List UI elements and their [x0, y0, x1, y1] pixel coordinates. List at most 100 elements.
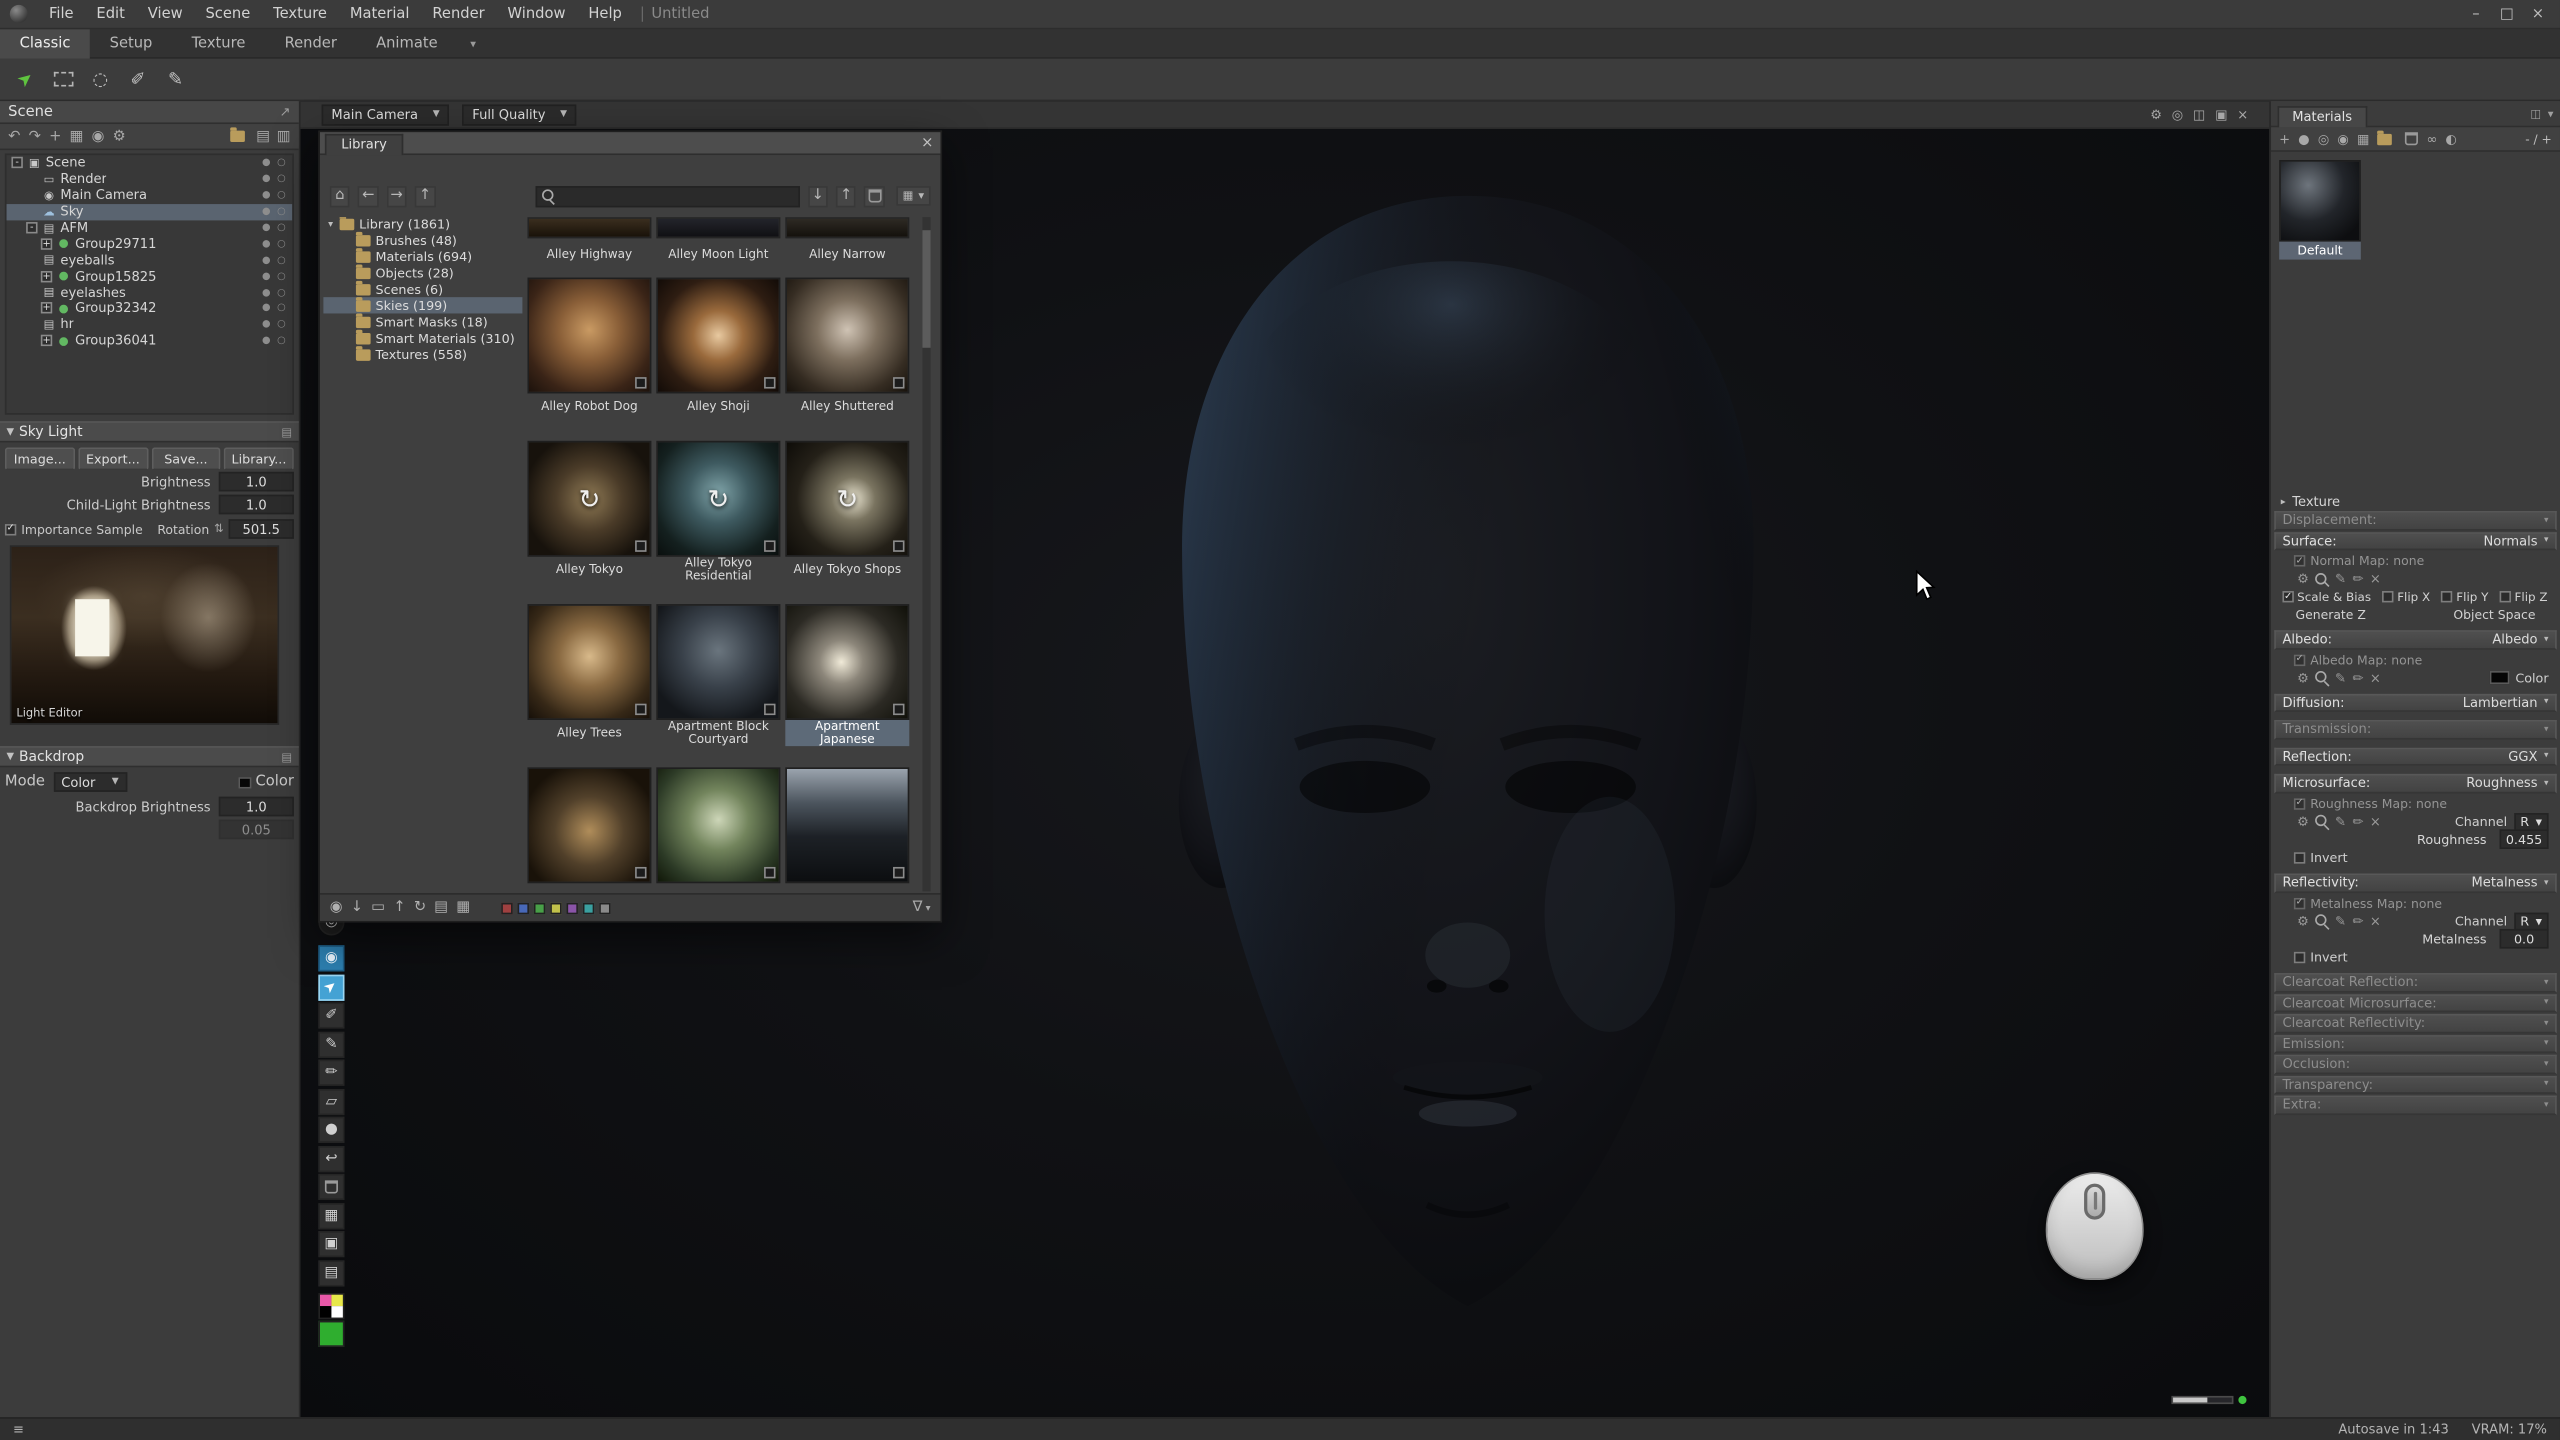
thumb-checkbox[interactable] — [764, 377, 775, 388]
edit-icon[interactable]: ✏ — [2352, 571, 2363, 586]
link-icon[interactable]: ∞ — [2426, 131, 2437, 146]
prop-extra[interactable]: Extra:▾ — [2274, 1096, 2556, 1115]
sky-thumbnail-partial[interactable] — [785, 217, 909, 238]
checkbox[interactable] — [2500, 591, 2511, 602]
undo-icon[interactable]: ↶ — [8, 128, 20, 144]
backdrop-brightness-field[interactable]: 1.0 — [219, 797, 294, 817]
thumb-checkbox[interactable] — [764, 540, 775, 551]
thumb-checkbox[interactable] — [635, 704, 646, 715]
grid-tool-icon[interactable]: ▦ — [318, 1202, 344, 1228]
scene-node-afm[interactable]: -▤AFM●○ — [7, 220, 293, 236]
prop-value[interactable]: Metalness — [2472, 876, 2538, 891]
paint-icon[interactable]: ✎ — [2335, 670, 2346, 685]
sky-thumbnail[interactable] — [785, 604, 909, 720]
rect-select-icon[interactable] — [51, 67, 75, 91]
edit-icon[interactable]: ✏ — [2352, 814, 2363, 829]
flag-scale-bias[interactable]: Scale & Bias — [2282, 589, 2371, 604]
sky-item[interactable] — [785, 767, 909, 883]
prop-value[interactable]: Albedo — [2492, 632, 2537, 647]
import-icon[interactable]: ↓ — [808, 185, 828, 206]
filter-control[interactable]: ∇ ▾ — [913, 900, 931, 916]
visibility-icon[interactable]: ○ — [277, 287, 286, 298]
prop-occlusion[interactable]: Occlusion:▾ — [2274, 1055, 2556, 1074]
scene-node-main-camera[interactable]: ◉Main Camera●○ — [7, 187, 293, 203]
prop-surface[interactable]: Surface:Normals▾ — [2274, 531, 2556, 550]
back-icon[interactable]: ← — [358, 185, 378, 206]
skylight-button-image[interactable]: Image... — [5, 447, 75, 470]
menu-item-file[interactable]: File — [38, 0, 85, 29]
workspace-tab-texture[interactable]: Texture — [172, 29, 265, 58]
swatch-black[interactable] — [320, 1305, 331, 1316]
folder-icon[interactable] — [2377, 133, 2392, 144]
zoom-icon[interactable] — [2315, 815, 2328, 828]
sky-thumbnail[interactable]: ↻ — [527, 441, 651, 557]
backdrop-header[interactable]: ▼ Backdrop ▤ — [0, 746, 299, 767]
lock-icon[interactable]: ● — [262, 270, 271, 281]
menu-item-view[interactable]: View — [136, 0, 194, 29]
checkbox[interactable] — [2282, 591, 2293, 602]
thumb-checkbox[interactable] — [893, 867, 904, 878]
sky-thumbnail-partial[interactable] — [656, 217, 780, 238]
paint-icon[interactable]: ✎ — [2335, 571, 2346, 586]
sky-item-alley-shoji[interactable]: Alley Shoji — [656, 278, 780, 420]
flag-flip-y[interactable]: Flip Y — [2442, 589, 2489, 604]
up-icon[interactable]: ↑ — [415, 185, 435, 206]
add-material-icon[interactable]: + — [2279, 131, 2290, 146]
dot-tool-icon[interactable]: ● — [318, 1117, 344, 1143]
prop-albedo[interactable]: Albedo:Albedo▾ — [2274, 630, 2556, 649]
screen-icon[interactable]: ▭ — [371, 900, 385, 916]
workspace-tab-animate[interactable]: Animate — [356, 29, 457, 58]
search-input[interactable] — [535, 185, 800, 206]
cursor-tool-icon[interactable]: ➤ — [318, 974, 344, 1000]
library-folder-smart-materials-310[interactable]: Smart Materials (310) — [323, 330, 522, 346]
rotation-field[interactable]: 501.5 — [229, 519, 294, 539]
preview-size-control[interactable]: - / + — [2525, 131, 2552, 146]
collapse-icon[interactable]: ▼ — [7, 751, 15, 762]
sky-thumbnail[interactable]: ↻ — [656, 441, 780, 557]
grid-icon[interactable]: ▦ — [2357, 131, 2369, 146]
flag-flip-z[interactable]: Flip Z — [2500, 589, 2548, 604]
workspace-more-icon[interactable]: ▾ — [457, 37, 489, 50]
thumb-checkbox[interactable] — [764, 704, 775, 715]
library-folder-skies-199[interactable]: Skies (199) — [323, 298, 522, 314]
sky-item-alley-tokyo[interactable]: ↻Alley Tokyo — [527, 441, 651, 583]
expand-toggle[interactable]: + — [41, 270, 52, 281]
prop-clearcoat-reflection[interactable]: Clearcoat Reflection:▾ — [2274, 973, 2556, 992]
menu-item-material[interactable]: Material — [338, 0, 421, 29]
menu-item-texture[interactable]: Texture — [262, 0, 339, 29]
minimize-button[interactable]: – — [2460, 0, 2491, 29]
prop-value[interactable]: GGX — [2508, 749, 2537, 764]
channel-select[interactable]: R▾ — [2514, 912, 2549, 930]
clear-icon[interactable]: × — [2370, 670, 2381, 685]
list-view-icon[interactable]: ▤ — [434, 900, 448, 916]
rotation-stepper-icon[interactable]: ⇅ — [214, 522, 224, 535]
sky-item[interactable] — [656, 767, 780, 883]
visibility-icon[interactable]: ○ — [277, 319, 286, 330]
close-button[interactable]: × — [2522, 0, 2553, 29]
thumb-checkbox[interactable] — [893, 540, 904, 551]
pin-icon[interactable]: ◎ — [2172, 107, 2183, 122]
visibility-icon[interactable]: ○ — [277, 303, 286, 314]
visibility-icon[interactable]: ○ — [277, 335, 286, 346]
lock-icon[interactable]: ● — [262, 254, 271, 265]
library-folder-materials-694[interactable]: Materials (694) — [323, 249, 522, 265]
sky-thumbnail[interactable] — [527, 604, 651, 720]
visibility-icon[interactable]: ○ — [277, 270, 286, 281]
visibility-icon[interactable]: ○ — [277, 254, 286, 265]
lock-icon[interactable]: ● — [262, 174, 271, 185]
grid-icon[interactable]: ▦ — [70, 128, 84, 144]
sky-item-alley-tokyo-residential[interactable]: ↻Alley Tokyo Residential — [656, 441, 780, 583]
color-filter[interactable] — [599, 902, 610, 913]
list-view-icon[interactable]: ▤ — [256, 128, 270, 144]
visibility-icon[interactable]: ○ — [277, 157, 286, 168]
visibility-icon[interactable]: ○ — [277, 206, 286, 217]
scene-node-group29711[interactable]: +●Group29711●○ — [7, 236, 293, 252]
prop-transparency[interactable]: Transparency:▾ — [2274, 1075, 2556, 1094]
scene-node-hr[interactable]: ▤hr●○ — [7, 317, 293, 333]
sky-item-alley-robot-dog[interactable]: Alley Robot Dog — [527, 278, 651, 420]
library-folder-brushes-48[interactable]: Brushes (48) — [323, 233, 522, 249]
menu-item-help[interactable]: Help — [577, 0, 633, 29]
library-folder-objects-28[interactable]: Objects (28) — [323, 266, 522, 282]
option-object-space[interactable]: Object Space — [2453, 607, 2535, 622]
settings-icon[interactable]: ⚙ — [2297, 913, 2309, 928]
